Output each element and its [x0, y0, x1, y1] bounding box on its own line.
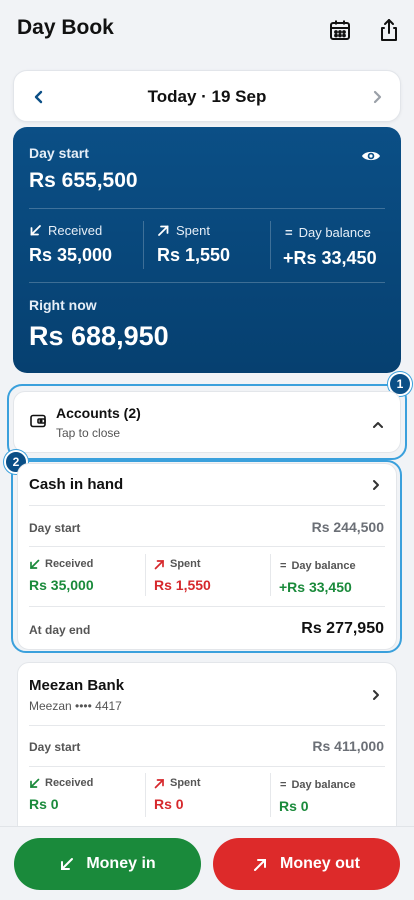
equals-icon: = [280, 560, 287, 572]
summary-divider [143, 221, 144, 269]
spent-value: Rs 1,550 [157, 245, 231, 265]
received-heading: Received [29, 777, 93, 789]
divider [270, 554, 271, 596]
spent-heading: Spent [157, 223, 210, 238]
day-balance-heading: = Day balance [280, 560, 356, 572]
chevron-right-icon [372, 688, 380, 706]
right-now-value: Rs 688,950 [29, 321, 169, 351]
divider [29, 546, 385, 547]
summary-divider [29, 208, 385, 209]
received-value: Rs 35,000 [29, 577, 94, 593]
divider [270, 773, 271, 817]
account-number: Meezan •••• 4417 [29, 699, 122, 713]
arrow-up-right-icon [154, 559, 164, 569]
received-label: Received [45, 558, 94, 570]
day-balance-heading: = Day balance [280, 779, 356, 791]
day-start-value: Rs 244,500 [311, 519, 384, 535]
at-day-end-value: Rs 277,950 [301, 620, 384, 637]
spent-value: Rs 0 [154, 796, 184, 812]
money-in-button[interactable]: Money in [14, 838, 201, 890]
accounts-toggle[interactable]: Accounts (2) Tap to close [13, 391, 401, 453]
received-label: Received [48, 223, 103, 238]
day-balance-value: Rs 0 [279, 798, 309, 814]
date-navigator: Today · 19 Sep [13, 70, 401, 122]
received-value: Rs 35,000 [29, 245, 113, 265]
arrow-up-right-icon [158, 225, 169, 236]
money-out-button[interactable]: Money out [213, 838, 400, 890]
next-day-button[interactable] [364, 84, 390, 110]
day-balance-value: +Rs 33,450 [283, 248, 377, 268]
received-heading: Received [29, 558, 93, 570]
summary-divider [29, 282, 385, 283]
day-start-value: Rs 655,500 [29, 169, 138, 192]
received-value: Rs 0 [29, 796, 59, 812]
received-heading: Received [29, 223, 102, 238]
day-balance-label: Day balance [298, 225, 371, 240]
money-out-label: Money out [280, 855, 360, 872]
app-header: Day Book [0, 0, 414, 60]
day-start-label: Day start [29, 521, 81, 535]
day-balance-value: +Rs 33,450 [279, 579, 352, 595]
divider [145, 773, 146, 817]
share-icon[interactable] [374, 15, 404, 45]
eye-icon[interactable] [361, 149, 381, 168]
at-day-end-label: At day end [29, 623, 91, 637]
arrow-down-left-icon [30, 559, 40, 569]
page-title: Day Book [17, 16, 114, 39]
divider [29, 725, 385, 726]
arrow-down-left-icon [30, 225, 41, 236]
day-start-value: Rs 411,000 [312, 738, 384, 754]
spent-label: Spent [170, 558, 201, 570]
divider [29, 766, 385, 767]
account-name: Meezan Bank [29, 677, 125, 694]
wallet-icon [30, 414, 46, 433]
day-balance-heading: = Day balance [285, 225, 371, 240]
chevron-up-icon [372, 416, 384, 434]
spent-label: Spent [176, 223, 210, 238]
received-label: Received [45, 777, 94, 789]
right-now-label: Right now [29, 297, 97, 313]
spent-heading: Spent [154, 777, 201, 789]
account-name: Cash in hand [29, 476, 124, 493]
accounts-title: Accounts (2) [56, 405, 141, 421]
current-date-label: Today · 19 Sep [147, 87, 267, 106]
calendar-icon[interactable] [325, 15, 355, 45]
accounts-subtitle: Tap to close [56, 426, 121, 440]
arrow-down-left-icon [61, 857, 74, 870]
spent-label: Spent [170, 777, 201, 789]
arrow-up-right-icon [154, 778, 164, 788]
divider [145, 554, 146, 596]
equals-icon: = [285, 225, 293, 240]
day-start-label: Day start [29, 145, 89, 161]
chevron-right-icon [372, 478, 380, 496]
divider [29, 606, 385, 607]
money-in-label: Money in [86, 855, 156, 872]
account-card-cash[interactable]: Cash in hand Day start Rs 244,500 Receiv… [17, 463, 397, 650]
spent-value: Rs 1,550 [154, 577, 211, 593]
equals-icon: = [280, 779, 287, 791]
spent-heading: Spent [154, 558, 201, 570]
day-balance-label: Day balance [291, 779, 356, 791]
arrow-up-right-icon [254, 858, 266, 871]
divider [29, 505, 385, 506]
day-balance-label: Day balance [291, 560, 356, 572]
day-start-label: Day start [29, 740, 81, 754]
day-summary-card: Day start Rs 655,500 Received Rs 35,000 … [13, 127, 401, 373]
summary-divider [270, 221, 271, 269]
arrow-down-left-icon [30, 778, 40, 788]
